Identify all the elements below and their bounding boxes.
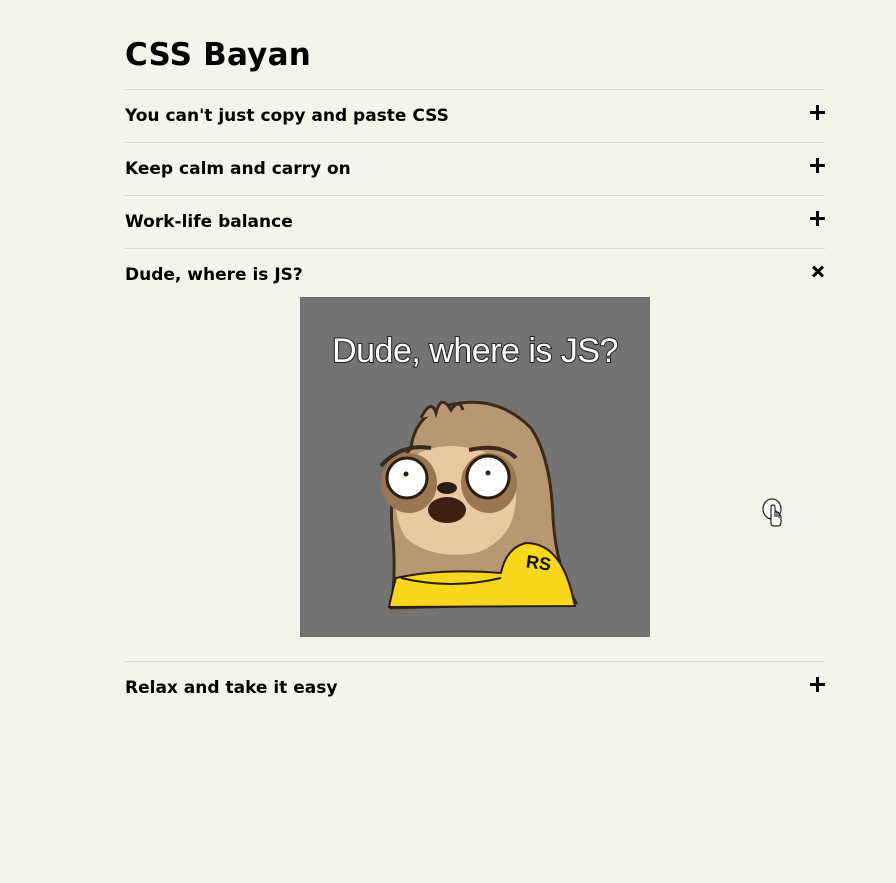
sloth-meme-image: Dude, where is JS? RS	[300, 297, 650, 637]
plus-icon[interactable]	[809, 210, 825, 226]
accordion-title: Dude, where is JS?	[125, 265, 303, 285]
accordion-title: Work-life balance	[125, 212, 293, 232]
plus-icon[interactable]	[809, 104, 825, 120]
page-title: CSS Bayan	[125, 37, 311, 73]
pointer-cursor-icon	[762, 498, 782, 527]
accordion-container: CSS Bayan You can't just copy and paste …	[125, 0, 825, 714]
accordion-header[interactable]: Dude, where is JS?	[125, 249, 825, 301]
sloth-illustration	[379, 400, 579, 610]
accordion-item: Keep calm and carry on	[125, 142, 825, 195]
accordion-item-expanded: Dude, where is JS? Dude, where is JS? RS	[125, 248, 825, 661]
close-icon[interactable]	[811, 265, 825, 279]
plus-icon[interactable]	[809, 676, 825, 692]
accordion-title: Keep calm and carry on	[125, 159, 351, 179]
accordion-header[interactable]: Work-life balance	[125, 196, 825, 248]
accordion-title: You can't just copy and paste CSS	[125, 106, 449, 126]
accordion-header[interactable]: You can't just copy and paste CSS	[125, 90, 825, 142]
accordion-title: Relax and take it easy	[125, 678, 338, 698]
accordion-panel: Dude, where is JS? RS	[125, 297, 825, 661]
plus-icon[interactable]	[809, 157, 825, 173]
accordion-header[interactable]: Relax and take it easy	[125, 662, 825, 714]
accordion-header[interactable]: Keep calm and carry on	[125, 143, 825, 195]
page: CSS Bayan You can't just copy and paste …	[0, 0, 896, 883]
rs-badge: RS	[524, 551, 553, 575]
accordion-item: You can't just copy and paste CSS	[125, 89, 825, 142]
accordion-item: Work-life balance	[125, 195, 825, 248]
accordion-item: Relax and take it easy	[125, 661, 825, 714]
